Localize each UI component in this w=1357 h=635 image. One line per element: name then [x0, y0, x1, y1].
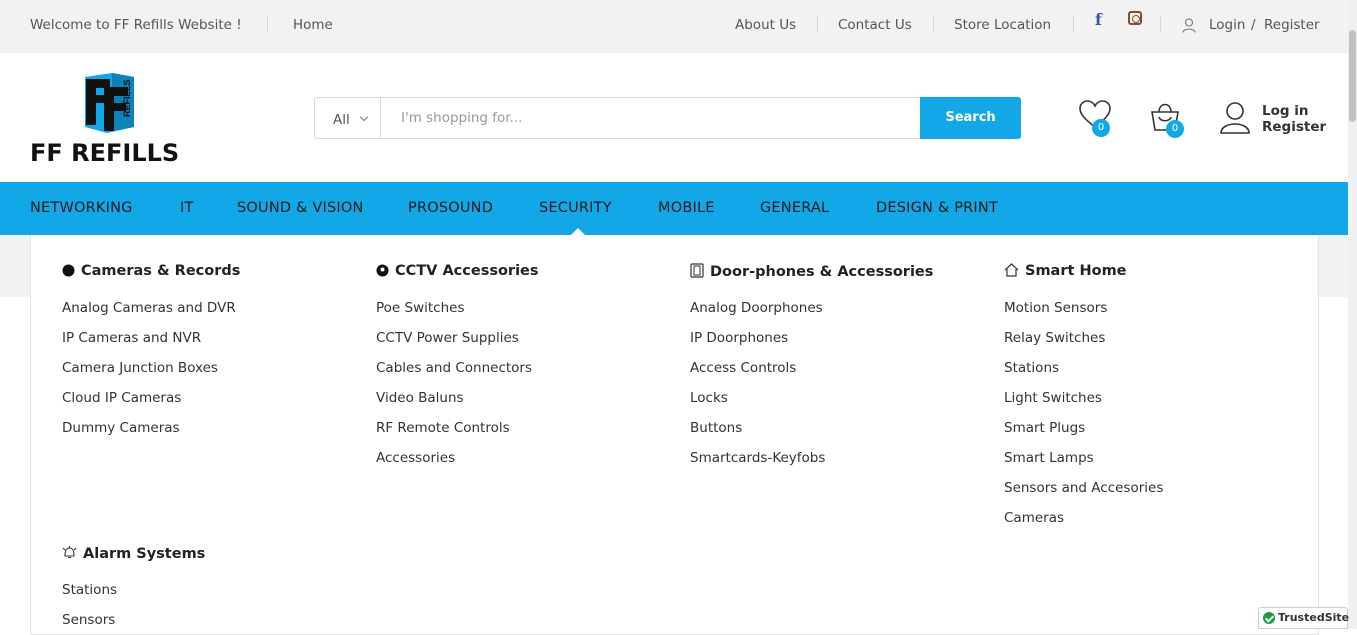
- category-heading-label: Door-phones & Accessories: [710, 264, 934, 280]
- category-select[interactable]: All: [315, 98, 381, 138]
- trustedsite-badge[interactable]: TrustedSite: [1258, 607, 1350, 629]
- top-login-link[interactable]: Login: [1209, 17, 1245, 33]
- category-heading-label: CCTV Accessories: [395, 263, 539, 279]
- submenu-link[interactable]: Buttons: [690, 420, 742, 436]
- top-link-store[interactable]: Store Location: [954, 17, 1051, 33]
- trustedsite-label: TrustedSite: [1278, 611, 1350, 624]
- wishlist-count-badge: 0: [1092, 119, 1110, 137]
- divider: [933, 16, 934, 32]
- account-icon[interactable]: [1219, 101, 1251, 135]
- nav-item-mobile[interactable]: MOBILE: [658, 200, 715, 216]
- category-select-value: All: [333, 112, 350, 128]
- header-account-links[interactable]: Log in Register: [1262, 103, 1326, 135]
- submenu-link[interactable]: Analog Cameras and DVR: [62, 300, 236, 316]
- submenu-link[interactable]: Stations: [1004, 360, 1059, 376]
- welcome-text: Welcome to FF Refills Website !: [30, 17, 242, 33]
- divider: [1160, 16, 1161, 32]
- site-logo[interactable]: REFILLS FF REFILLS: [30, 73, 195, 165]
- submenu-link[interactable]: Smartcards-Keyfobs: [690, 450, 825, 466]
- page-scrollbar[interactable]: [1348, 0, 1357, 629]
- doorphone-icon: [690, 263, 704, 278]
- security-mega-menu: Cameras & Records Analog Cameras and DVR…: [30, 235, 1319, 635]
- check-icon: [1263, 612, 1275, 624]
- logo-side-text: REFILLS: [122, 80, 132, 118]
- top-register-link[interactable]: Register: [1264, 17, 1320, 33]
- submenu-link[interactable]: Sensors and Accesories: [1004, 480, 1163, 496]
- nav-item-prosound[interactable]: PROSOUND: [408, 200, 493, 216]
- submenu-link[interactable]: Accessories: [376, 450, 455, 466]
- submenu-link[interactable]: Motion Sensors: [1004, 300, 1107, 316]
- home-icon: [1004, 263, 1019, 277]
- logo-text: FF REFILLS: [30, 139, 179, 165]
- submenu-link[interactable]: Cables and Connectors: [376, 360, 532, 376]
- chevron-down-icon: [359, 112, 369, 122]
- category-heading-doorphones[interactable]: Door-phones & Accessories: [690, 263, 933, 280]
- divider: [267, 16, 268, 32]
- category-heading-smart-home[interactable]: Smart Home: [1004, 263, 1127, 279]
- nav-item-sound-vision[interactable]: SOUND & VISION: [237, 200, 364, 216]
- scrollbar-thumb[interactable]: [1349, 30, 1356, 122]
- submenu-link[interactable]: IP Cameras and NVR: [62, 330, 201, 346]
- submenu-link[interactable]: CCTV Power Supplies: [376, 330, 519, 346]
- wishlist-button[interactable]: 0: [1079, 100, 1115, 140]
- nav-item-design-print[interactable]: DESIGN & PRINT: [876, 200, 998, 216]
- nav-item-networking[interactable]: NETWORKING: [30, 200, 133, 216]
- category-heading-label: Smart Home: [1025, 263, 1127, 279]
- user-icon: [1182, 18, 1196, 33]
- submenu-link[interactable]: Camera Junction Boxes: [62, 360, 218, 376]
- cart-count-badge: 0: [1166, 120, 1184, 138]
- submenu-link[interactable]: Relay Switches: [1004, 330, 1105, 346]
- cart-button[interactable]: 0: [1149, 100, 1185, 140]
- cctv-camera-icon: [376, 264, 389, 277]
- submenu-link[interactable]: IP Doorphones: [690, 330, 788, 346]
- category-heading-label: Alarm Systems: [83, 546, 206, 562]
- top-bar: Welcome to FF Refills Website ! Home Abo…: [0, 0, 1357, 53]
- category-heading-alarm[interactable]: Alarm Systems: [62, 545, 205, 562]
- top-link-home[interactable]: Home: [293, 17, 333, 33]
- header-login-link[interactable]: Log in: [1262, 103, 1326, 119]
- alarm-bell-icon: [62, 546, 77, 559]
- submenu-link[interactable]: Cloud IP Cameras: [62, 390, 181, 406]
- facebook-icon[interactable]: f: [1095, 10, 1102, 29]
- search-button[interactable]: Search: [920, 97, 1021, 139]
- submenu-link[interactable]: Access Controls: [690, 360, 796, 376]
- slash-divider: /: [1251, 17, 1256, 33]
- header: REFILLS FF REFILLS All Search 0 0 Log in…: [0, 53, 1357, 182]
- submenu-link[interactable]: Locks: [690, 390, 728, 406]
- submenu-link[interactable]: Sensors: [62, 612, 115, 628]
- nav-item-it[interactable]: IT: [180, 200, 194, 216]
- nav-item-general[interactable]: GENERAL: [760, 200, 829, 216]
- top-link-contact[interactable]: Contact Us: [838, 17, 912, 33]
- submenu-link[interactable]: RF Remote Controls: [376, 420, 510, 436]
- search-bar: All Search: [314, 97, 1021, 139]
- submenu-link[interactable]: Analog Doorphones: [690, 300, 823, 316]
- submenu-link[interactable]: Smart Plugs: [1004, 420, 1085, 436]
- main-nav: NETWORKING IT SOUND & VISION PROSOUND SE…: [0, 182, 1357, 236]
- search-input[interactable]: [381, 98, 919, 138]
- submenu-link[interactable]: Video Baluns: [376, 390, 464, 406]
- category-heading-label: Cameras & Records: [81, 263, 241, 279]
- camera-lens-icon: [62, 264, 75, 277]
- divider: [1073, 16, 1074, 32]
- submenu-link[interactable]: Stations: [62, 582, 117, 598]
- submenu-link[interactable]: Poe Switches: [376, 300, 465, 316]
- submenu-link[interactable]: Smart Lamps: [1004, 450, 1094, 466]
- nav-item-security[interactable]: SECURITY: [539, 200, 612, 216]
- submenu-link[interactable]: Light Switches: [1004, 390, 1102, 406]
- category-heading-cctv[interactable]: CCTV Accessories: [376, 263, 539, 279]
- submenu-link[interactable]: Cameras: [1004, 510, 1064, 526]
- submenu-link[interactable]: Dummy Cameras: [62, 420, 180, 436]
- instagram-icon[interactable]: [1128, 11, 1142, 25]
- top-link-about[interactable]: About Us: [735, 17, 796, 33]
- header-register-link[interactable]: Register: [1262, 119, 1326, 135]
- category-heading-cameras[interactable]: Cameras & Records: [62, 263, 240, 279]
- divider: [817, 16, 818, 32]
